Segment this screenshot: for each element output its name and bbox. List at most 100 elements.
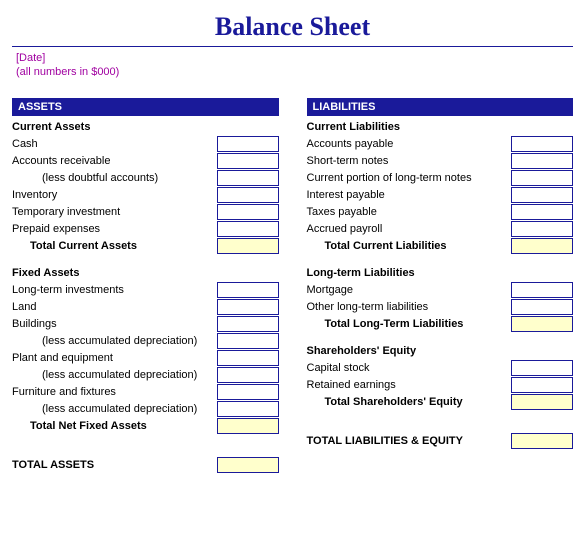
section-header: LIABILITIES <box>307 98 574 116</box>
line-item-label: Accounts payable <box>307 138 508 150</box>
subtotal-label: Total Net Fixed Assets <box>12 420 213 432</box>
line-item: (less accumulated depreciation) <box>12 401 279 417</box>
value-cell[interactable] <box>217 282 279 298</box>
value-cell[interactable] <box>511 377 573 393</box>
value-cell[interactable] <box>217 187 279 203</box>
line-item-label: Inventory <box>12 189 213 201</box>
value-cell[interactable] <box>511 299 573 315</box>
page-title: Balance Sheet <box>12 12 573 42</box>
line-item-label: Accounts receivable <box>12 155 213 167</box>
line-item: Other long-term liabilities <box>307 299 574 315</box>
subtotal-label: Total Current Liabilities <box>307 240 508 252</box>
subsection-title: Shareholders' Equity <box>307 345 574 357</box>
line-item-label: Cash <box>12 138 213 150</box>
subsection-title-row: Current Assets <box>12 119 279 135</box>
value-cell[interactable] <box>511 221 573 237</box>
value-cell[interactable] <box>217 384 279 400</box>
value-cell[interactable] <box>217 350 279 366</box>
line-item: Long-term investments <box>12 282 279 298</box>
spacer <box>12 435 279 445</box>
value-cell[interactable] <box>511 153 573 169</box>
subtotal-value-cell[interactable] <box>511 316 573 332</box>
subsection-title: Current Assets <box>12 121 279 133</box>
line-item: Prepaid expenses <box>12 221 279 237</box>
line-item-label: Short-term notes <box>307 155 508 167</box>
value-cell[interactable] <box>217 401 279 417</box>
date-placeholder: [Date] <box>16 51 573 65</box>
line-item: Buildings <box>12 316 279 332</box>
subsection-title-row: Current Liabilities <box>307 119 574 135</box>
value-cell[interactable] <box>511 187 573 203</box>
value-cell[interactable] <box>511 170 573 186</box>
line-item: Accrued payroll <box>307 221 574 237</box>
value-cell[interactable] <box>217 367 279 383</box>
units-note: (all numbers in $000) <box>16 65 573 79</box>
line-item-label: Accrued payroll <box>307 223 508 235</box>
grand-total-value-cell[interactable] <box>511 433 573 449</box>
value-cell[interactable] <box>511 360 573 376</box>
line-item-label: Long-term investments <box>12 284 213 296</box>
line-item-label: Taxes payable <box>307 206 508 218</box>
subsection-title-row: Fixed Assets <box>12 265 279 281</box>
line-item: Land <box>12 299 279 315</box>
subsection-title: Fixed Assets <box>12 267 279 279</box>
subtotal-value-cell[interactable] <box>217 238 279 254</box>
value-cell[interactable] <box>217 316 279 332</box>
line-item-label: Other long-term liabilities <box>307 301 508 313</box>
subsection-title: Long-term Liabilities <box>307 267 574 279</box>
line-item: Current portion of long-term notes <box>307 170 574 186</box>
spacer <box>307 333 574 343</box>
subtotal-row: Total Long-Term Liabilities <box>307 316 574 332</box>
line-item: Mortgage <box>307 282 574 298</box>
title-rule <box>12 46 573 47</box>
value-cell[interactable] <box>511 136 573 152</box>
subsection-title-row: Shareholders' Equity <box>307 343 574 359</box>
subtotal-row: Total Current Liabilities <box>307 238 574 254</box>
line-item-label: Retained earnings <box>307 379 508 391</box>
line-item-label: Land <box>12 301 213 313</box>
grand-total-row: TOTAL LIABILITIES & EQUITY <box>307 433 574 449</box>
line-item: Short-term notes <box>307 153 574 169</box>
line-item-label: Furniture and fixtures <box>12 386 213 398</box>
spacer <box>307 411 574 421</box>
line-item: Capital stock <box>307 360 574 376</box>
subtotal-value-cell[interactable] <box>511 238 573 254</box>
line-item-label: Buildings <box>12 318 213 330</box>
line-item: Accounts payable <box>307 136 574 152</box>
value-cell[interactable] <box>217 299 279 315</box>
value-cell[interactable] <box>217 204 279 220</box>
line-item-label: (less accumulated depreciation) <box>12 369 213 381</box>
line-item: Taxes payable <box>307 204 574 220</box>
line-item: Furniture and fixtures <box>12 384 279 400</box>
line-item: Cash <box>12 136 279 152</box>
value-cell[interactable] <box>217 136 279 152</box>
subtotal-label: Total Shareholders' Equity <box>307 396 508 408</box>
value-cell[interactable] <box>511 204 573 220</box>
grand-total-row: TOTAL ASSETS <box>12 457 279 473</box>
subtotal-row: Total Shareholders' Equity <box>307 394 574 410</box>
line-item-label: Capital stock <box>307 362 508 374</box>
line-item-label: Temporary investment <box>12 206 213 218</box>
value-cell[interactable] <box>511 282 573 298</box>
spacer <box>307 255 574 265</box>
subtotal-row: Total Net Fixed Assets <box>12 418 279 434</box>
line-item: (less accumulated depreciation) <box>12 333 279 349</box>
value-cell[interactable] <box>217 170 279 186</box>
value-cell[interactable] <box>217 333 279 349</box>
subtotal-label: Total Long-Term Liabilities <box>307 318 508 330</box>
line-item: Retained earnings <box>307 377 574 393</box>
grand-total-value-cell[interactable] <box>217 457 279 473</box>
line-item: Plant and equipment <box>12 350 279 366</box>
value-cell[interactable] <box>217 153 279 169</box>
columns: ASSETS Current Assets Cash Accounts receiva… <box>12 98 573 474</box>
section-header: ASSETS <box>12 98 279 116</box>
grand-total-label: TOTAL LIABILITIES & EQUITY <box>307 435 508 447</box>
subsection-title: Current Liabilities <box>307 121 574 133</box>
subtotal-value-cell[interactable] <box>217 418 279 434</box>
assets-column: ASSETS Current Assets Cash Accounts receiva… <box>12 98 279 474</box>
line-item-label: Interest payable <box>307 189 508 201</box>
value-cell[interactable] <box>217 221 279 237</box>
line-item: Temporary investment <box>12 204 279 220</box>
liabilities-column: LIABILITIES Current Liabilities Accounts p… <box>307 98 574 474</box>
subtotal-value-cell[interactable] <box>511 394 573 410</box>
